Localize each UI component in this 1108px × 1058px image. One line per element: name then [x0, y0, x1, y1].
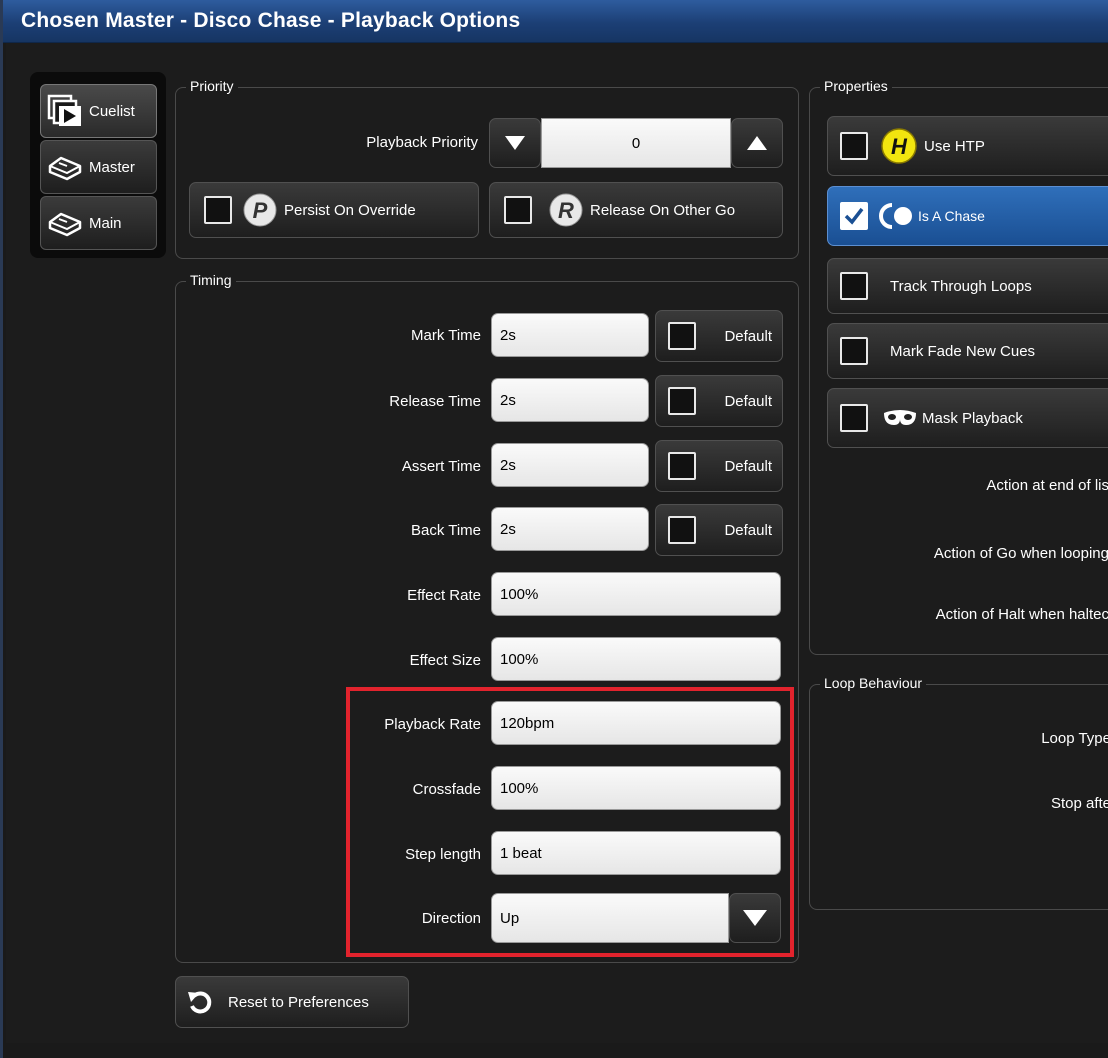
persist-on-override-button[interactable]: P Persist On Override: [189, 182, 479, 238]
assert-time-default-button[interactable]: Default: [655, 440, 783, 492]
playback-options-window: Chosen Master - Disco Chase - Playback O…: [0, 0, 1108, 1058]
mask-playback-label: Mask Playback: [922, 409, 1023, 427]
highlight-box: [346, 687, 794, 957]
chase-icon: [879, 203, 912, 229]
cuelist-icon: [47, 94, 81, 126]
is-a-chase-label: Is A Chase: [918, 208, 985, 224]
mark-time-default-label: Default: [724, 327, 772, 345]
svg-text:R: R: [558, 198, 574, 223]
assert-time-value: 2s: [500, 456, 516, 474]
triangle-up-icon: [747, 136, 767, 150]
is-a-chase-checkbox[interactable]: [840, 202, 868, 230]
mark-time-default-checkbox[interactable]: [668, 322, 696, 350]
release-checkbox[interactable]: [504, 196, 532, 224]
assert-time-label: Assert Time: [401, 458, 481, 475]
mask-playback-checkbox[interactable]: [840, 404, 868, 432]
release-badge-icon: R: [549, 193, 583, 227]
playback-priority-value: 0: [631, 134, 641, 152]
loop-behaviour-group-label: Loop Behaviour: [820, 675, 927, 691]
release-time-default-label: Default: [724, 392, 772, 410]
assert-time-default-label: Default: [724, 457, 772, 475]
assert-time-default-checkbox[interactable]: [668, 452, 696, 480]
playback-priority-label: Playback Priority: [366, 134, 478, 151]
action-end-of-list-label: Action at end of lis: [986, 477, 1108, 494]
effect-size-field[interactable]: 100%: [491, 637, 781, 681]
release-on-other-go-button[interactable]: R Release On Other Go: [489, 182, 783, 238]
mark-time-label: Mark Time: [410, 327, 481, 344]
is-a-chase-button[interactable]: Is A Chase: [827, 186, 1108, 246]
track-through-loops-label: Track Through Loops: [890, 277, 1032, 295]
priority-group-label: Priority: [186, 78, 238, 94]
release-time-label: Release Time: [389, 393, 481, 410]
track-through-loops-button[interactable]: Track Through Loops: [827, 258, 1108, 314]
effect-size-label: Effect Size: [409, 652, 481, 669]
reset-to-preferences-button[interactable]: Reset to Preferences: [175, 976, 409, 1028]
use-htp-button[interactable]: H Use HTP: [827, 116, 1108, 176]
release-label: Release On Other Go: [590, 201, 736, 219]
effect-rate-field[interactable]: 100%: [491, 572, 781, 616]
reset-arrow-icon: [188, 991, 212, 1014]
mask-icon: [884, 410, 916, 425]
effect-size-value: 100%: [500, 650, 539, 668]
timing-group-label: Timing: [186, 272, 236, 288]
mark-fade-new-cues-label: Mark Fade New Cues: [890, 342, 1036, 360]
svg-text:P: P: [253, 198, 268, 223]
tab-main[interactable]: Main: [40, 196, 157, 250]
loop-type-label: Loop Type: [1041, 730, 1108, 747]
use-htp-label: Use HTP: [924, 137, 985, 155]
priority-increase-button[interactable]: [731, 118, 783, 168]
section-tabs: Cuelist Master Main: [30, 72, 166, 258]
checkmark-icon: [844, 207, 864, 225]
back-time-default-label: Default: [724, 521, 772, 539]
tab-cuelist[interactable]: Cuelist: [40, 84, 157, 138]
action-go-looping-label: Action of Go when looping: [933, 545, 1108, 562]
release-time-value: 2s: [500, 391, 516, 409]
persist-checkbox[interactable]: [204, 196, 232, 224]
title-bar: Chosen Master - Disco Chase - Playback O…: [3, 0, 1108, 43]
htp-badge-icon: H: [881, 128, 917, 164]
back-time-default-button[interactable]: Default: [655, 504, 783, 556]
mark-time-field[interactable]: 2s: [491, 313, 649, 357]
stop-after-label: Stop afte: [1050, 795, 1108, 812]
persist-badge-icon: P: [243, 193, 277, 227]
persist-label: Persist On Override: [284, 201, 416, 219]
release-time-default-button[interactable]: Default: [655, 375, 783, 427]
mark-time-default-button[interactable]: Default: [655, 310, 783, 362]
tab-cuelist-label: Cuelist: [89, 102, 135, 120]
svg-text:H: H: [891, 134, 908, 159]
mark-fade-new-cues-button[interactable]: Mark Fade New Cues: [827, 323, 1108, 379]
release-time-default-checkbox[interactable]: [668, 387, 696, 415]
tab-master-label: Master: [89, 158, 135, 176]
reset-label: Reset to Preferences: [228, 993, 369, 1011]
triangle-down-icon: [505, 136, 525, 150]
use-htp-checkbox[interactable]: [840, 132, 868, 160]
master-icon: [48, 156, 82, 181]
properties-group-label: Properties: [820, 78, 892, 94]
priority-decrease-button[interactable]: [489, 118, 541, 168]
mark-fade-new-cues-checkbox[interactable]: [840, 337, 868, 365]
main-icon: [48, 212, 82, 237]
back-time-default-checkbox[interactable]: [668, 516, 696, 544]
back-time-value: 2s: [500, 520, 516, 538]
release-time-field[interactable]: 2s: [491, 378, 649, 422]
tab-main-label: Main: [89, 214, 122, 232]
assert-time-field[interactable]: 2s: [491, 443, 649, 487]
window-title: Chosen Master - Disco Chase - Playback O…: [21, 9, 521, 32]
playback-priority-field[interactable]: 0: [541, 118, 731, 168]
back-time-label: Back Time: [410, 522, 481, 539]
back-time-field[interactable]: 2s: [491, 507, 649, 551]
mask-playback-button[interactable]: Mask Playback: [827, 388, 1108, 448]
action-halt-halted-label: Action of Halt when haltec: [935, 606, 1108, 623]
effect-rate-label: Effect Rate: [407, 587, 481, 604]
mark-time-value: 2s: [500, 326, 516, 344]
track-through-loops-checkbox[interactable]: [840, 272, 868, 300]
effect-rate-value: 100%: [500, 585, 539, 603]
tab-master[interactable]: Master: [40, 140, 157, 194]
